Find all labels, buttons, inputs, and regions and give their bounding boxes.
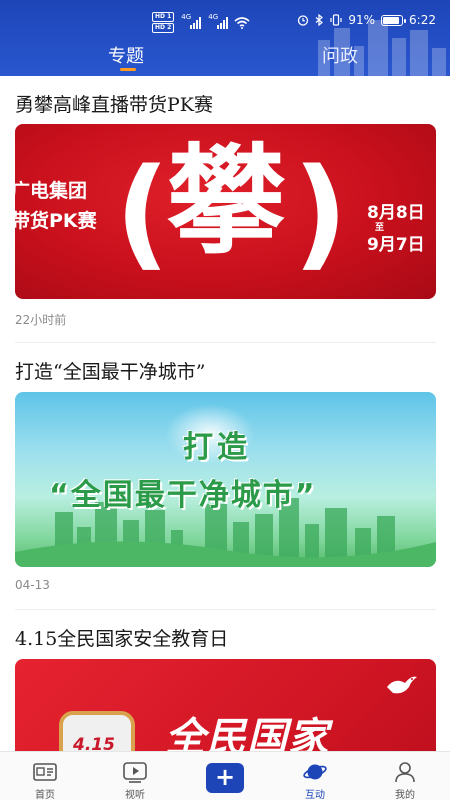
article-card[interactable]: 勇攀高峰直播带货PK赛 — [15, 90, 436, 117]
signal-icon: 4G — [208, 13, 229, 29]
battery-percent: 91% — [348, 13, 376, 27]
poster-heading: 全民国家 — [165, 715, 329, 751]
divider — [15, 609, 436, 610]
poster-big-char: 攀 — [167, 131, 286, 270]
poster-text: 广电集团 — [15, 180, 88, 202]
clock: 6:22 — [409, 13, 436, 27]
create-post-button[interactable]: + — [206, 763, 244, 793]
active-tab-indicator — [120, 68, 136, 71]
poster-heading: 打造 — [183, 430, 251, 465]
top-tabs: 专题 问政 — [0, 42, 450, 76]
hd-badge: HD 1 — [152, 12, 175, 22]
planet-icon — [303, 764, 327, 780]
article-feed[interactable]: 勇攀高峰直播带货PK赛 广电集团 带货PK赛 ( 攀 ) 8月8日 至 9月7日… — [0, 76, 450, 751]
poster-paren: ( — [115, 144, 170, 283]
poster-subheading: “全国最干净城市” — [49, 478, 317, 513]
article-title[interactable]: 勇攀高峰直播带货PK赛 — [15, 90, 436, 117]
bottom-navigation: 首页 视听 + 互动 我的 — [0, 751, 450, 800]
dove-icon — [387, 676, 417, 694]
article-title[interactable]: 打造“全国最干净城市” — [15, 357, 436, 384]
badge-text: 4.15 — [73, 735, 115, 751]
user-icon — [395, 762, 415, 783]
article-title[interactable]: 4.15全民国家安全教育日 — [15, 624, 436, 651]
tab-inquiry[interactable]: 问政 — [322, 42, 358, 68]
article-thumbnail[interactable]: 4.15 全民国家 — [15, 659, 436, 751]
wifi-icon — [234, 16, 250, 29]
battery-icon — [381, 14, 407, 26]
nav-label: 视听 — [125, 790, 145, 800]
bluetooth-icon — [315, 14, 324, 26]
tab-topics[interactable]: 专题 — [108, 42, 144, 68]
alarm-icon — [298, 15, 309, 26]
status-bar: HD 1 HD 2 4G 4G 91% 6:22 — [0, 0, 450, 44]
date-badge: 4.15 — [59, 711, 135, 751]
poster-text: 带货PK赛 — [15, 210, 97, 232]
article-card[interactable]: 4.15全民国家安全教育日 — [15, 624, 436, 651]
nav-profile[interactable]: 我的 — [360, 752, 450, 800]
home-news-icon — [33, 763, 57, 781]
article-time: 22小时前 — [15, 313, 67, 327]
signal-icon: 4G — [181, 13, 202, 29]
nav-label: 互动 — [305, 790, 325, 800]
nav-home[interactable]: 首页 — [0, 752, 90, 800]
article-time: 04-13 — [15, 578, 50, 592]
nav-label: 首页 — [35, 790, 55, 800]
nav-interact[interactable]: 互动 — [270, 752, 360, 800]
vibrate-icon — [330, 14, 342, 26]
nav-label: 我的 — [395, 790, 415, 800]
nav-video[interactable]: 视听 — [90, 752, 180, 800]
poster-paren: ) — [293, 144, 348, 283]
article-thumbnail[interactable]: 打造 “全国最干净城市” — [15, 392, 436, 567]
poster-date: 9月7日 — [367, 235, 425, 255]
app-header: HD 1 HD 2 4G 4G 91% 6:22 专题 问政 — [0, 0, 450, 76]
article-card[interactable]: 打造“全国最干净城市” — [15, 357, 436, 384]
video-play-icon — [123, 762, 147, 783]
divider — [15, 342, 436, 343]
article-thumbnail[interactable]: 广电集团 带货PK赛 ( 攀 ) 8月8日 至 9月7日 — [15, 124, 436, 299]
hd-badge: HD 2 — [152, 23, 175, 33]
